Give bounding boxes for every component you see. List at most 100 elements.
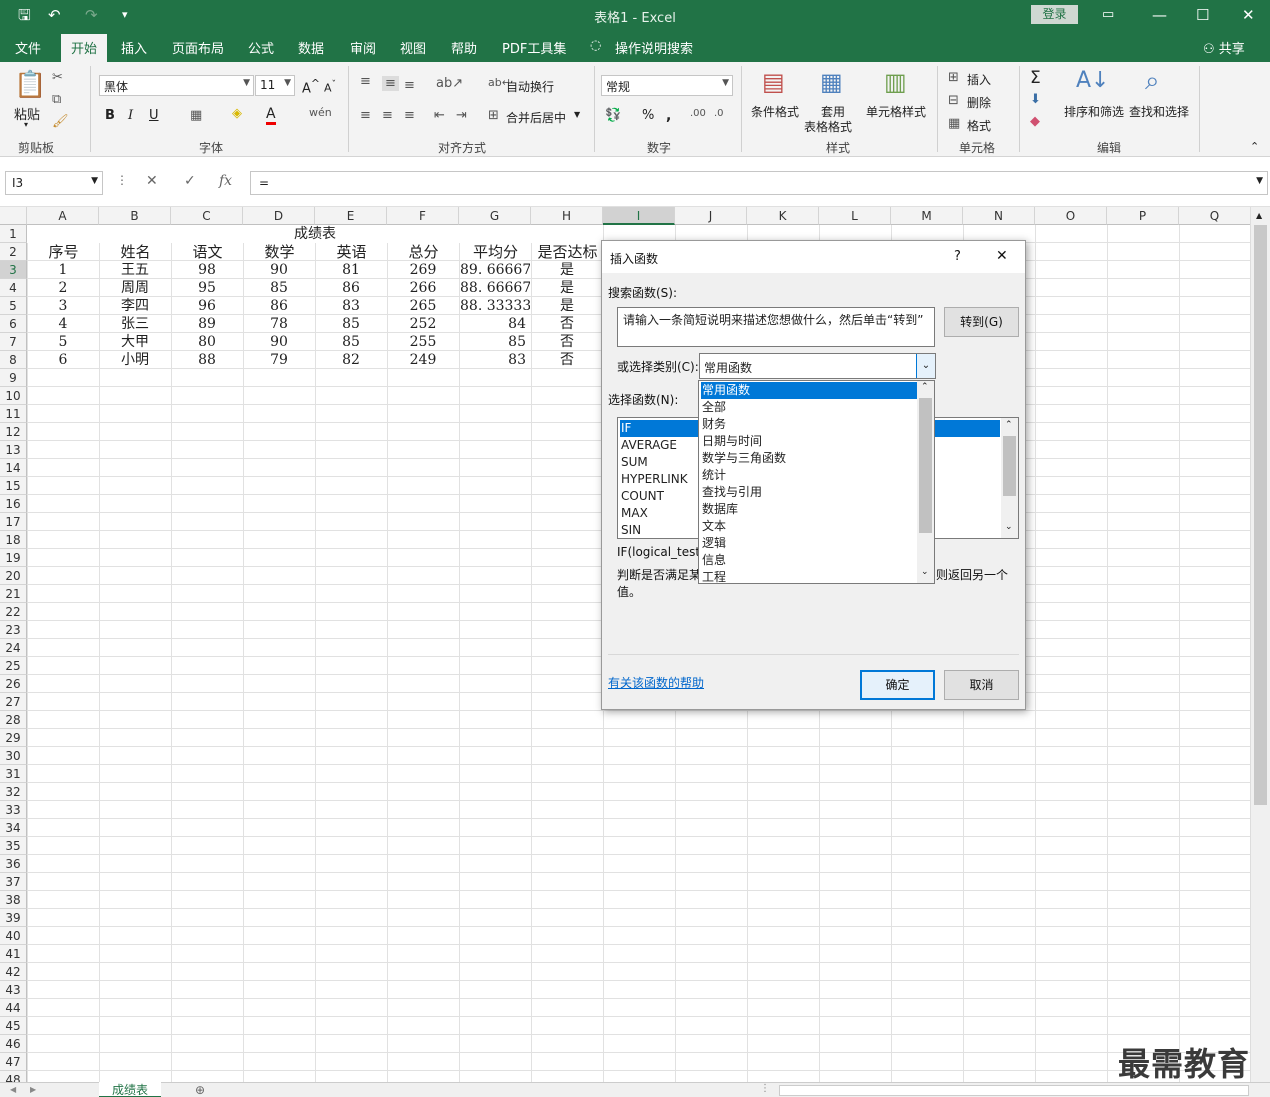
category-option[interactable]: 工程 [701,569,917,586]
function-list-item[interactable]: SIN [621,522,641,539]
row-header[interactable]: 30 [0,747,27,765]
align-left-icon[interactable]: ≡ [360,108,371,123]
cancel-entry-icon[interactable]: ✕ [146,173,158,189]
data-cell[interactable]: 2 [28,279,98,297]
data-cell[interactable]: 89. 66667 [460,261,530,279]
tab-pdf[interactable]: PDF工具集 [502,38,566,57]
column-header[interactable]: N [963,207,1035,225]
header-cell[interactable]: 数学 [244,243,315,261]
data-cell[interactable]: 89 [172,315,242,333]
data-cell[interactable]: 3 [28,297,98,315]
column-header[interactable]: L [819,207,891,225]
category-option[interactable]: 数据库 [701,501,917,518]
paste-icon[interactable]: 📋 [14,70,46,100]
column-header[interactable]: P [1107,207,1179,225]
category-option[interactable]: 统计 [701,467,917,484]
tab-help[interactable]: 帮助 [451,38,477,57]
tab-view[interactable]: 视图 [400,38,426,57]
category-option[interactable]: 逻辑 [701,535,917,552]
data-cell[interactable]: 96 [172,297,242,315]
row-header[interactable]: 36 [0,855,27,873]
row-header[interactable]: 48 [0,1071,27,1082]
data-cell[interactable]: 86 [316,279,386,297]
row-header[interactable]: 9 [0,369,27,387]
row-header[interactable]: 33 [0,801,27,819]
tab-file[interactable]: 文件 [15,38,41,57]
row-header[interactable]: 25 [0,657,27,675]
minimize-icon[interactable]: — [1152,6,1167,24]
align-center-icon[interactable]: ≡ [382,108,393,123]
column-header[interactable]: K [747,207,819,225]
table-format-icon[interactable]: ▦ [820,68,843,96]
cancel-button[interactable]: 取消 [944,670,1019,700]
column-header[interactable]: C [171,207,243,225]
data-cell[interactable]: 6 [28,351,98,369]
data-cell[interactable]: 265 [388,297,458,315]
maximize-icon[interactable]: ☐ [1196,6,1209,24]
fill-icon[interactable]: ⬇ [1030,92,1041,107]
category-option[interactable]: 财务 [701,416,917,433]
data-cell[interactable]: 85 [460,333,530,351]
row-header[interactable]: 4 [0,279,27,297]
function-list-item[interactable]: IF [621,420,631,437]
horizontal-scrollbar[interactable] [779,1085,1249,1096]
row-header[interactable]: 38 [0,891,27,909]
ok-button[interactable]: 确定 [860,670,935,700]
function-help-link[interactable]: 有关该函数的帮助 [608,674,704,691]
name-box[interactable]: I3 ▼ [5,171,103,195]
font-color-icon[interactable]: A [266,106,276,125]
data-cell[interactable]: 266 [388,279,458,297]
header-cell[interactable]: 平均分 [460,243,531,261]
row-header[interactable]: 5 [0,297,27,315]
category-option[interactable]: 信息 [701,552,917,569]
align-right-icon[interactable]: ≡ [404,108,415,123]
share-button[interactable]: ⚇ 共享 [1203,38,1245,57]
tab-home[interactable]: 开始 [61,34,108,62]
scroll-up-icon[interactable]: ⌃ [1005,420,1013,430]
phonetic-icon[interactable]: wén [309,106,332,119]
data-cell[interactable]: 否 [532,333,602,351]
sort-filter-icon[interactable]: A↓ [1076,68,1109,93]
column-header[interactable]: I [603,207,675,225]
bold-button[interactable]: B [105,108,115,123]
data-cell[interactable]: 是 [532,279,602,297]
increase-decimal-icon[interactable]: .00 [690,108,706,119]
row-header[interactable]: 27 [0,693,27,711]
merge-center-button[interactable]: 合并后居中 [506,109,566,126]
column-header[interactable]: E [315,207,387,225]
tab-formulas[interactable]: 公式 [248,38,274,57]
row-header[interactable]: 24 [0,639,27,657]
row-header[interactable]: 31 [0,765,27,783]
autosum-icon[interactable]: Σ [1030,68,1041,88]
row-header[interactable]: 34 [0,819,27,837]
row-header[interactable]: 45 [0,1017,27,1035]
data-cell[interactable]: 80 [172,333,242,351]
scroll-up-icon[interactable]: ▲ [1256,211,1262,220]
category-option[interactable]: 日期与时间 [701,433,917,450]
row-header[interactable]: 29 [0,729,27,747]
row-header[interactable]: 1 [0,225,27,243]
dialog-close-icon[interactable]: ✕ [996,248,1008,264]
align-middle-icon[interactable]: ≡ [382,76,399,91]
decrease-decimal-icon[interactable]: .0 [714,108,724,119]
function-list-item[interactable]: HYPERLINK [621,471,688,488]
data-cell[interactable]: 249 [388,351,458,369]
row-header[interactable]: 22 [0,603,27,621]
prev-sheet-icon[interactable]: ◀ [10,1085,16,1094]
row-header[interactable]: 18 [0,531,27,549]
column-header[interactable]: G [459,207,531,225]
orientation-icon[interactable]: ab↗ [436,76,463,91]
next-sheet-icon[interactable]: ▶ [30,1085,36,1094]
insert-function-icon[interactable]: fx [219,173,232,189]
goto-button[interactable]: 转到(G) [944,307,1019,337]
header-cell[interactable]: 总分 [388,243,459,261]
column-header[interactable]: D [243,207,315,225]
column-header[interactable]: O [1035,207,1107,225]
function-list-item[interactable]: SUM [621,454,648,471]
data-cell[interactable]: 是 [532,297,602,315]
confirm-entry-icon[interactable]: ✓ [184,173,196,189]
data-cell[interactable]: 是 [532,261,602,279]
header-cell[interactable]: 姓名 [100,243,171,261]
data-cell[interactable]: 84 [460,315,530,333]
data-cell[interactable]: 李四 [100,297,170,315]
